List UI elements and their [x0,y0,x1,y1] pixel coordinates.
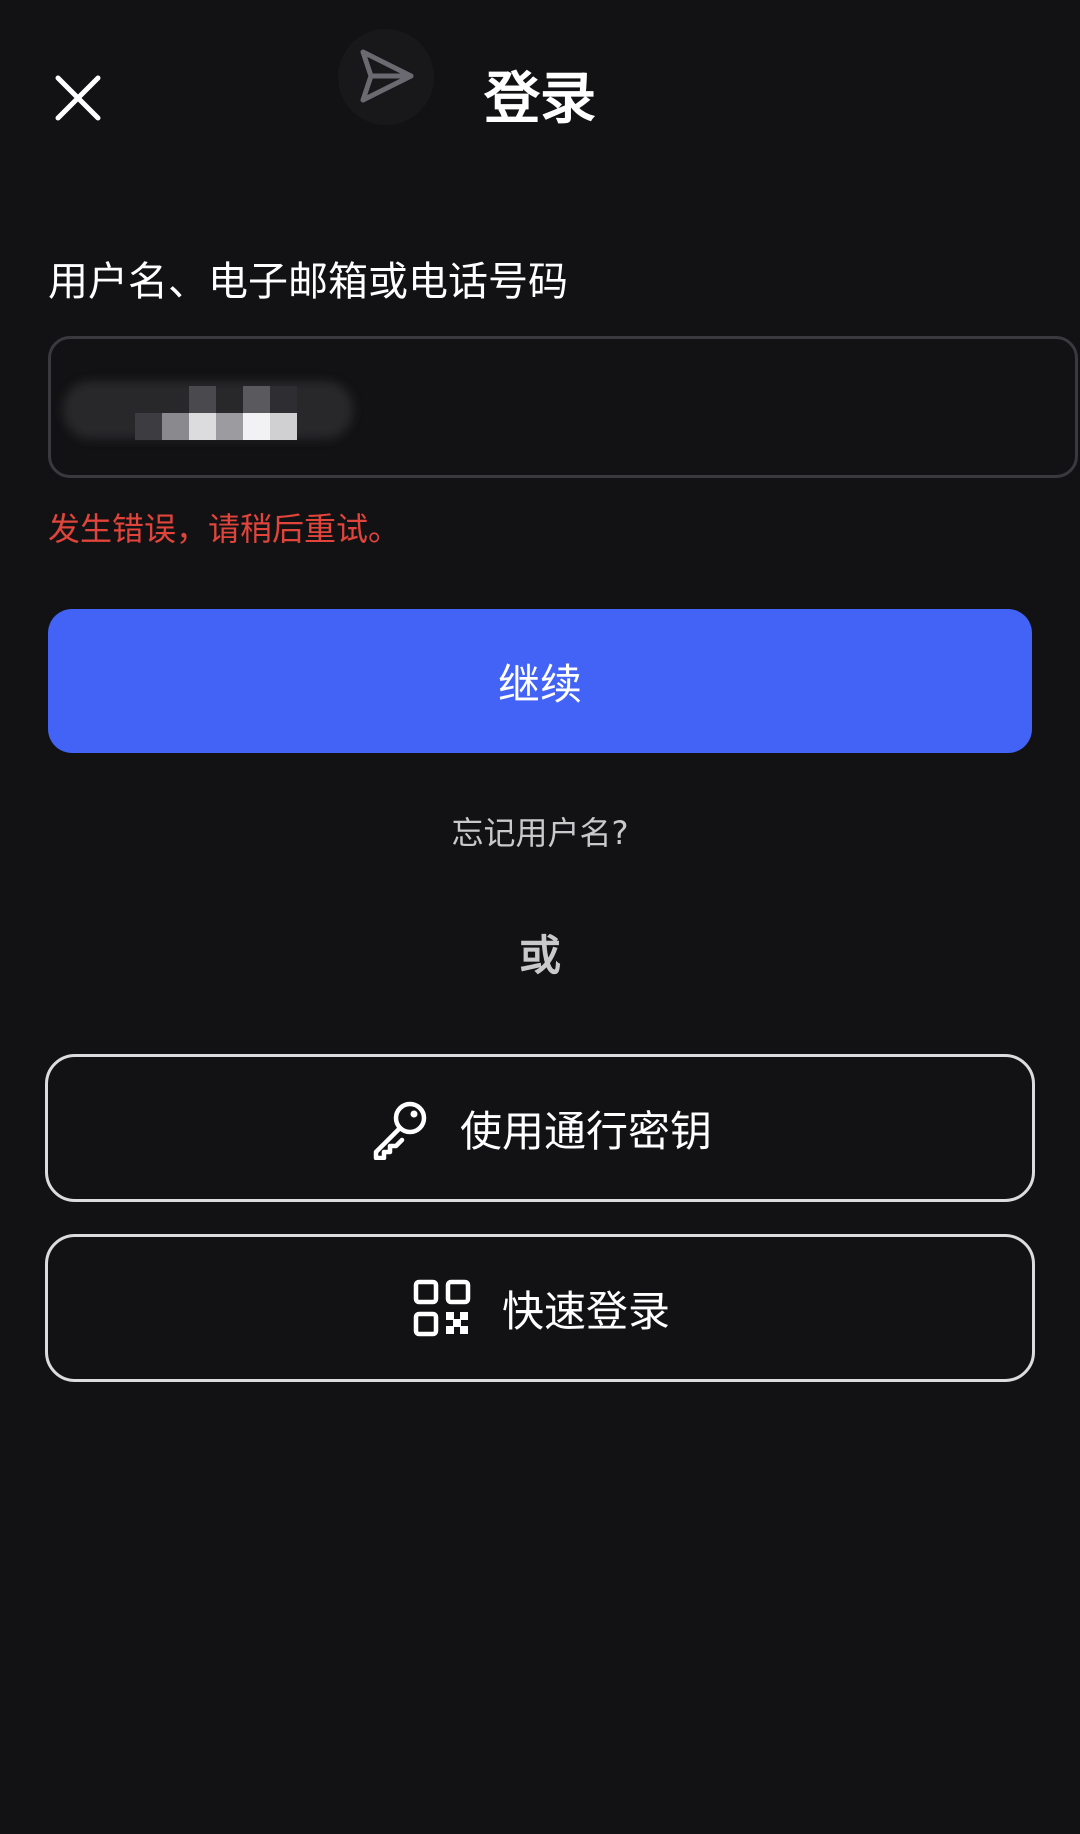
continue-button[interactable]: 继续 [48,609,1032,753]
quick-login-button[interactable]: 快速登录 [45,1234,1035,1382]
username-input-container[interactable] [48,336,1078,478]
passkey-login-button[interactable]: 使用通行密钥 [45,1054,1035,1202]
key-icon [368,1096,432,1160]
page-title: 登录 [484,67,596,132]
continue-button-label: 继续 [497,659,582,709]
error-message: 发生错误，请稍后重试。 [48,510,401,548]
username-input[interactable] [51,339,1075,475]
quick-login-button-label: 快速登录 [501,1286,670,1336]
qr-code-icon [410,1276,474,1340]
forgot-username-link[interactable]: 忘记用户名? [0,810,1080,856]
or-divider: 或 [518,931,561,980]
passkey-button-label: 使用通行密钥 [459,1106,712,1156]
username-field-label: 用户名、电子邮箱或电话号码 [48,259,568,305]
